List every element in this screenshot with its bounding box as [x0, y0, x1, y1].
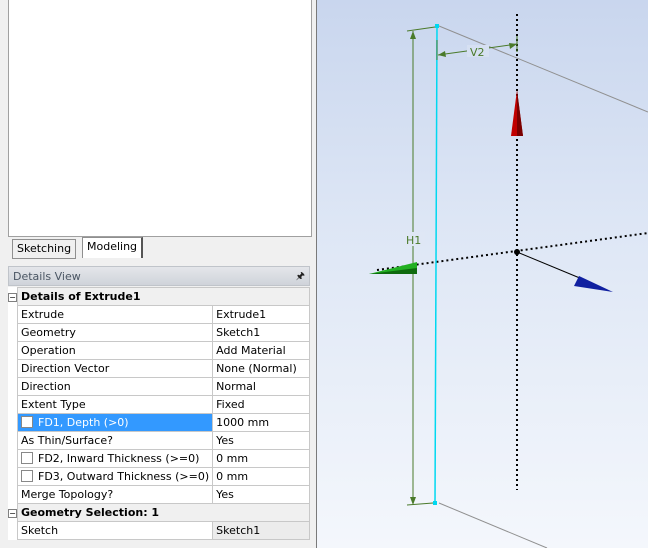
property-label-cell[interactable]: Extent Type [16, 395, 214, 414]
dim-h1-arrow-top [410, 31, 416, 39]
property-row[interactable]: Direction Normal [8, 377, 310, 396]
property-label-cell[interactable]: Sketch [16, 521, 214, 540]
left-panel: Sketching Modeling Details View 🖈 − Detai… [0, 0, 316, 548]
sketch-point-top[interactable] [435, 24, 439, 28]
property-label-cell[interactable]: Merge Topology? [16, 485, 214, 504]
property-label: Direction [21, 380, 71, 393]
pin-icon[interactable]: 🖈 [296, 267, 305, 287]
dim-v2-arrow-left [438, 51, 446, 57]
property-label-cell[interactable]: FD2, Inward Thickness (>=0) [16, 449, 214, 468]
property-label: Extrude [21, 308, 65, 321]
property-value[interactable]: None (Normal) [212, 359, 310, 378]
property-value[interactable]: Sketch1 [212, 323, 310, 342]
parameter-checkbox[interactable] [21, 452, 33, 464]
row-gutter [8, 431, 18, 450]
group-title: Details of Extrude1 [17, 287, 310, 306]
property-label-cell[interactable]: Direction Vector [16, 359, 214, 378]
details-grid: − Details of Extrude1 Extrude Extrude1 Geome… [8, 287, 310, 540]
collapse-icon[interactable]: − [8, 509, 17, 518]
property-label: FD2, Inward Thickness (>=0) [38, 452, 200, 465]
dim-v2-arrow-right [509, 43, 517, 49]
property-row[interactable]: As Thin/Surface? Yes [8, 431, 310, 450]
property-value[interactable]: Normal [212, 377, 310, 396]
property-label-cell[interactable]: Extrude [16, 305, 214, 324]
row-gutter [8, 395, 18, 414]
group-collapse[interactable]: − [8, 503, 18, 522]
property-label-cell[interactable]: Operation [16, 341, 214, 360]
collapse-icon[interactable]: − [8, 293, 17, 302]
scene-svg: H1 V2 [369, 14, 648, 548]
dim-v2-label[interactable]: V2 [470, 46, 485, 59]
tab-modeling[interactable]: Modeling [82, 237, 144, 258]
group-header[interactable]: − Details of Extrude1 [8, 287, 310, 306]
dim-h1-ext-top [406, 26, 436, 32]
property-label: Direction Vector [21, 362, 110, 375]
property-label-cell[interactable]: As Thin/Surface? [16, 431, 214, 450]
details-view-title: Details View [13, 270, 81, 283]
property-value[interactable]: Add Material [212, 341, 310, 360]
property-label: FD3, Outward Thickness (>=0) [38, 470, 210, 483]
row-gutter [8, 359, 18, 378]
property-label: Merge Topology? [21, 488, 114, 501]
panel-tabs: Sketching Modeling [8, 237, 311, 259]
dim-h1-ext-bottom [406, 502, 434, 506]
property-label-cell[interactable]: FD1, Depth (>0) [16, 413, 214, 432]
property-value[interactable]: 1000 mm [212, 413, 310, 432]
property-row[interactable]: Geometry Sketch1 [8, 323, 310, 342]
dim-h1-label[interactable]: H1 [406, 234, 421, 247]
property-label-cell[interactable]: Geometry [16, 323, 214, 342]
property-value[interactable]: Sketch1 [212, 521, 310, 540]
property-value[interactable]: Yes [212, 431, 310, 450]
plane-edge-top [438, 25, 648, 113]
property-row[interactable]: FD3, Outward Thickness (>=0) 0 mm [8, 467, 310, 486]
property-value[interactable]: Yes [212, 485, 310, 504]
group-title: Geometry Selection: 1 [17, 503, 310, 522]
property-label: Sketch [21, 524, 59, 537]
plane-edge-bottom [438, 502, 548, 548]
property-row[interactable]: Extent Type Fixed [8, 395, 310, 414]
red-axis-cone-shade [517, 90, 523, 136]
property-row[interactable]: FD1, Depth (>0) 1000 mm [8, 413, 310, 432]
row-gutter [8, 323, 18, 342]
row-gutter [8, 377, 18, 396]
group-collapse[interactable]: − [8, 287, 18, 306]
property-row[interactable]: Operation Add Material [8, 341, 310, 360]
property-label: Extent Type [21, 398, 86, 411]
property-label: Operation [21, 344, 76, 357]
row-gutter [8, 467, 18, 486]
property-label: Geometry [21, 326, 76, 339]
details-view-header: Details View 🖈 [8, 266, 310, 286]
row-gutter [8, 449, 18, 468]
property-row[interactable]: Direction Vector None (Normal) [8, 359, 310, 378]
row-gutter [8, 485, 18, 504]
depth-axis [516, 251, 588, 282]
property-row[interactable]: Extrude Extrude1 [8, 305, 310, 324]
parameter-checkbox[interactable] [21, 416, 33, 428]
sketch-line[interactable] [434, 25, 438, 504]
dim-h1-arrow-bottom [410, 497, 416, 505]
property-value[interactable]: 0 mm [212, 449, 310, 468]
property-value[interactable]: Extrude1 [212, 305, 310, 324]
property-label: FD1, Depth (>0) [38, 416, 129, 429]
property-value[interactable]: Fixed [212, 395, 310, 414]
property-label-cell[interactable]: Direction [16, 377, 214, 396]
sketch-point-bottom[interactable] [433, 501, 437, 505]
graphics-viewport[interactable]: H1 V2 [317, 0, 648, 548]
tree-outline[interactable] [8, 0, 312, 237]
row-gutter [8, 305, 18, 324]
property-label: As Thin/Surface? [21, 434, 113, 447]
property-row[interactable]: FD2, Inward Thickness (>=0) 0 mm [8, 449, 310, 468]
row-gutter [8, 521, 18, 540]
group-header[interactable]: − Geometry Selection: 1 [8, 503, 310, 522]
property-row[interactable]: Sketch Sketch1 [8, 521, 310, 540]
tab-sketching[interactable]: Sketching [12, 239, 77, 259]
blue-axis-cone [574, 276, 613, 292]
row-gutter [8, 413, 18, 432]
row-gutter [8, 341, 18, 360]
origin-point[interactable] [514, 249, 520, 255]
property-value[interactable]: 0 mm [212, 467, 310, 486]
parameter-checkbox[interactable] [21, 470, 33, 482]
property-label-cell[interactable]: FD3, Outward Thickness (>=0) [16, 467, 214, 486]
property-row[interactable]: Merge Topology? Yes [8, 485, 310, 504]
